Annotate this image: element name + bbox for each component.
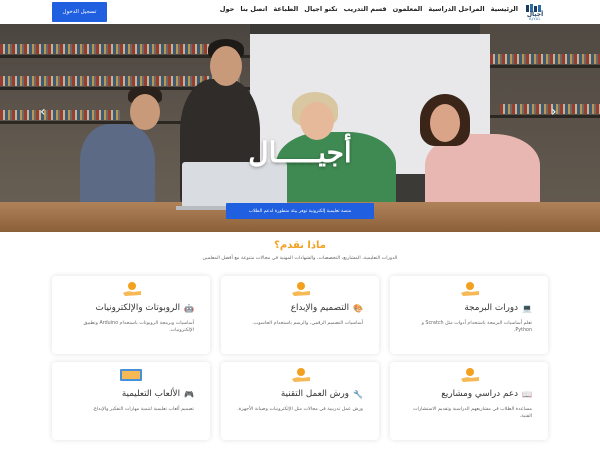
hand-badge-icon <box>461 282 479 296</box>
login-button[interactable]: تسجيل الدخول <box>52 2 107 22</box>
card-title: 🎨 التصميم والإبداع <box>291 303 363 313</box>
student-head <box>210 46 242 86</box>
books-row <box>0 110 120 120</box>
nav-contact[interactable]: اتصل بنا <box>240 5 267 13</box>
wrench-icon: 🔧 <box>353 389 363 399</box>
hero-cta-button[interactable]: منصة تعليمية إلكترونية توفر بيئة متطورة … <box>226 203 374 219</box>
card-title: 🎮 الألعاب التعليمية <box>122 389 194 399</box>
hand-badge-icon <box>292 282 310 296</box>
chevron-left-icon[interactable]: ‹ <box>40 104 46 120</box>
nav-home[interactable]: الرئيسية <box>491 5 518 13</box>
logo-subtext: AJYAL <box>529 17 541 21</box>
card-title-text: دورات البرمجة <box>464 303 519 313</box>
service-card-support[interactable]: 📖 دعم دراسي ومشاريع مساعدة الطلاب في مشا… <box>390 362 548 440</box>
card-title-text: دعم دراسي ومشاريع <box>441 389 519 399</box>
card-title-text: الألعاب التعليمية <box>121 389 181 399</box>
shelf-line <box>480 65 600 68</box>
service-card-games[interactable]: 🎮 الألعاب التعليمية تصميم ألعاب تعليمية … <box>52 362 210 440</box>
laptop-icon: 💻 <box>522 303 532 313</box>
main-nav: الرئيسية المراحل الدراسية المعلمون قسم ا… <box>110 0 518 18</box>
gamepad-icon: 🎮 <box>184 389 194 399</box>
card-title: 📖 دعم دراسي ومشاريع <box>441 389 532 399</box>
nav-teachers[interactable]: المعلمون <box>393 5 423 13</box>
book-icon: 📖 <box>522 389 532 399</box>
palette-icon: 🎨 <box>353 303 363 313</box>
card-title-text: التصميم والإبداع <box>290 303 350 313</box>
nav-stages[interactable]: المراحل الدراسية <box>428 5 484 13</box>
hero-title: أجيـــــال <box>248 136 352 169</box>
service-card-workshops[interactable]: 🔧 ورش العمل التقنية ورش عمل تدريبية في م… <box>221 362 379 440</box>
nav-techno-ajyal[interactable]: تكنو اجيال <box>304 5 337 13</box>
card-description: تصميم ألعاب تعليمية لتنمية مهارات التفكي… <box>92 407 194 412</box>
books-row <box>0 44 240 54</box>
page: تسجيل الدخول الرئيسية المراحل الدراسية ا… <box>0 0 600 450</box>
student-head <box>130 94 160 130</box>
hero-banner: ‹ › <box>0 24 600 232</box>
hand-badge-icon <box>292 368 310 382</box>
top-header: تسجيل الدخول الرئيسية المراحل الدراسية ا… <box>0 0 600 24</box>
nav-printing[interactable]: الطباعة <box>273 5 298 13</box>
service-card-design[interactable]: 🎨 التصميم والإبداع أساسيات التصميم الرقم… <box>221 276 379 354</box>
nav-about[interactable]: حول <box>220 5 235 13</box>
student-head <box>300 102 334 140</box>
chevron-right-icon[interactable]: › <box>551 104 557 120</box>
section-title: ماذا نقدم؟ <box>274 240 326 251</box>
books-row <box>490 54 600 64</box>
card-description: ورش عمل تدريبية في مجالات مثل الإلكتروني… <box>237 407 363 412</box>
nav-training[interactable]: قسم التدريب <box>344 5 387 13</box>
screen-badge-icon <box>120 369 142 381</box>
service-card-robotics[interactable]: 🤖 الروبوتات والإلكترونيات أساسيات وبرمجة… <box>52 276 210 354</box>
card-title-text: الروبوتات والإلكترونيات <box>95 303 181 313</box>
robot-icon: 🤖 <box>184 303 194 313</box>
service-card-programming[interactable]: 💻 دورات البرمجة تعلم أساسيات البرمجة باس… <box>390 276 548 354</box>
card-description: أساسيات التصميم الرقمي، والرسم باستخدام … <box>252 321 363 326</box>
card-description: مساعدة الطلاب في مشاريعهم الدراسية وتقدي… <box>413 407 532 420</box>
shelf-line <box>480 115 600 118</box>
books-row <box>500 104 600 114</box>
card-title: 💻 دورات البرمجة <box>464 303 532 313</box>
site-logo[interactable]: أجيال AJYAL <box>520 4 550 22</box>
section-subtitle: الدورات التعليمية، المشاريع، التخصصات، و… <box>202 256 398 261</box>
hand-badge-icon <box>123 282 141 296</box>
card-description: أساسيات وبرمجة الروبوتات باستخدام Arduin… <box>83 321 194 334</box>
card-title: 🔧 ورش العمل التقنية <box>281 389 363 399</box>
card-description: تعلم أساسيات البرمجة باستخدام أدوات مثل … <box>421 321 532 334</box>
hand-badge-icon <box>461 368 479 382</box>
card-title-text: ورش العمل التقنية <box>280 389 350 399</box>
card-title: 🤖 الروبوتات والإلكترونيات <box>96 303 194 313</box>
